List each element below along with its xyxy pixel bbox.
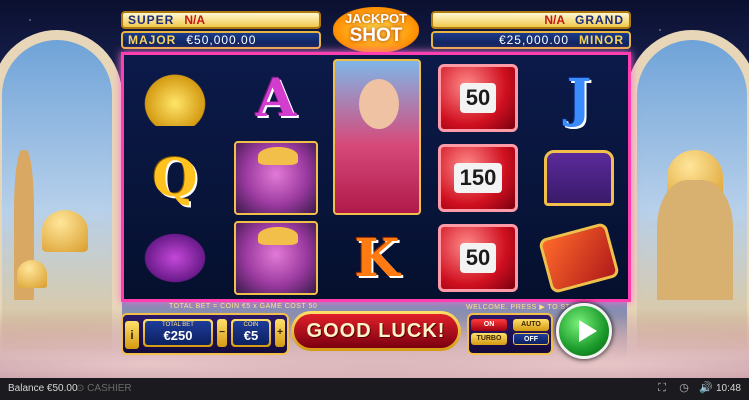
jackpot-minor-name: MINOR (579, 33, 624, 47)
gem-value: 50 (459, 243, 497, 273)
treasure-chest-icon (544, 150, 614, 206)
ruby-gem-symbol: 150 (434, 139, 522, 217)
jackpot-major: MAJOR €50,000.00 (121, 31, 321, 49)
genie-icon (234, 141, 318, 215)
logo-line-2: SHOT (349, 25, 403, 46)
magic-carpet-icon (537, 221, 621, 295)
reel-2: A (228, 55, 324, 299)
ruby-icon: 50 (438, 224, 518, 292)
carpet-symbol (535, 219, 623, 297)
jackpot-major-value: €50,000.00 (186, 33, 257, 47)
ace-symbol: A (232, 59, 320, 137)
ruby-gem-symbol: 50 (434, 59, 522, 137)
jackpot-minor: €25,000.00 MINOR (431, 31, 631, 49)
ruby-icon: 150 (438, 144, 518, 212)
pillow-symbol (131, 219, 219, 297)
sound-icon[interactable]: 🔊 (699, 382, 713, 394)
queen-symbol: Q (131, 139, 219, 217)
total-bet-inner: TOTAL BET €250 (145, 321, 211, 345)
golden-dome (17, 260, 47, 288)
palace-tower (657, 180, 733, 300)
a-letter: A (255, 67, 297, 129)
cashier-link[interactable]: ⊙ CASHIER (76, 383, 132, 394)
coin-decrease-button[interactable]: − (217, 319, 227, 347)
history-icon[interactable]: ◷ (678, 382, 690, 394)
total-bet-display: TOTAL BET €250 (143, 319, 213, 347)
king-symbol: K (333, 219, 421, 297)
jackpot-grand-value: N/A (544, 13, 565, 27)
jackpot-grand-name: GRAND (575, 13, 624, 27)
message-banner: GOOD LUCK! (291, 311, 461, 351)
logo-line-1: JACKPOT (344, 11, 408, 26)
control-bar: TOTAL BET = COIN €5 x GAME COST 50 WELCO… (121, 303, 631, 359)
princess-symbol (333, 59, 421, 215)
lamp-symbol (131, 59, 219, 137)
status-bar: Balance €50.00 ⊙ CASHIER ⛶ ◷ 🔊 10:48 (0, 378, 749, 400)
jackpot-grand: N/A GRAND (431, 11, 631, 29)
total-bet-value: €250 (163, 328, 193, 343)
game-stage: SUPER N/A MAJOR €50,000.00 JACKPOT SHOT … (0, 0, 749, 378)
clock: 10:48 (715, 383, 741, 394)
reel-5: J (531, 55, 627, 299)
auto-label[interactable]: AUTO (513, 319, 549, 331)
jackpot-shot-logo: JACKPOT SHOT (333, 7, 419, 53)
balance-label: Balance (8, 383, 45, 394)
pillow-icon (140, 230, 210, 286)
gem-value: 50 (459, 83, 497, 113)
q-letter: Q (152, 147, 198, 209)
j-letter: J (566, 67, 592, 129)
ruby-icon: 50 (438, 64, 518, 132)
gem-value: 150 (453, 163, 503, 193)
k-letter: K (354, 227, 400, 289)
jackpot-super-name: SUPER (128, 13, 175, 27)
jackpot-major-name: MAJOR (128, 33, 177, 47)
balance-value: €50.00 (46, 383, 78, 394)
info-button[interactable]: i (125, 321, 139, 349)
reel-1: Q (127, 55, 223, 299)
jackpot-minor-value: €25,000.00 (498, 33, 569, 47)
cashier-label: CASHIER (87, 383, 132, 394)
good-luck-message: GOOD LUCK! (294, 314, 458, 348)
chest-symbol (535, 139, 623, 217)
reel-3: K (329, 55, 425, 299)
coin-value: €5 (243, 328, 259, 343)
reel-window: Q A K 50 150 50 J (121, 52, 631, 302)
coin-display: COIN €5 (231, 319, 271, 347)
genie-symbol (232, 219, 320, 297)
ruby-gem-symbol: 50 (434, 219, 522, 297)
turbo-on-toggle[interactable]: ON (471, 319, 507, 331)
genie-symbol (232, 139, 320, 217)
coin-inner: COIN €5 (233, 321, 269, 345)
bet-info-text: TOTAL BET = COIN €5 x GAME COST 50 (169, 303, 318, 310)
balance: Balance €50.00 (8, 383, 78, 394)
magic-lamp-icon (140, 70, 210, 126)
jackpot-bar: SUPER N/A MAJOR €50,000.00 JACKPOT SHOT … (121, 7, 631, 53)
fullscreen-icon[interactable]: ⛶ (656, 382, 668, 394)
jackpot-super: SUPER N/A (121, 11, 321, 29)
coin-increase-button[interactable]: + (275, 319, 285, 347)
genie-icon (234, 221, 318, 295)
turbo-label[interactable]: TURBO (471, 333, 507, 345)
spin-button[interactable] (556, 303, 612, 359)
jack-symbol: J (535, 59, 623, 137)
auto-off-toggle[interactable]: OFF (513, 333, 549, 345)
jackpot-super-value: N/A (184, 13, 206, 27)
golden-dome (42, 210, 88, 252)
reel-4: 50 150 50 (430, 55, 526, 299)
